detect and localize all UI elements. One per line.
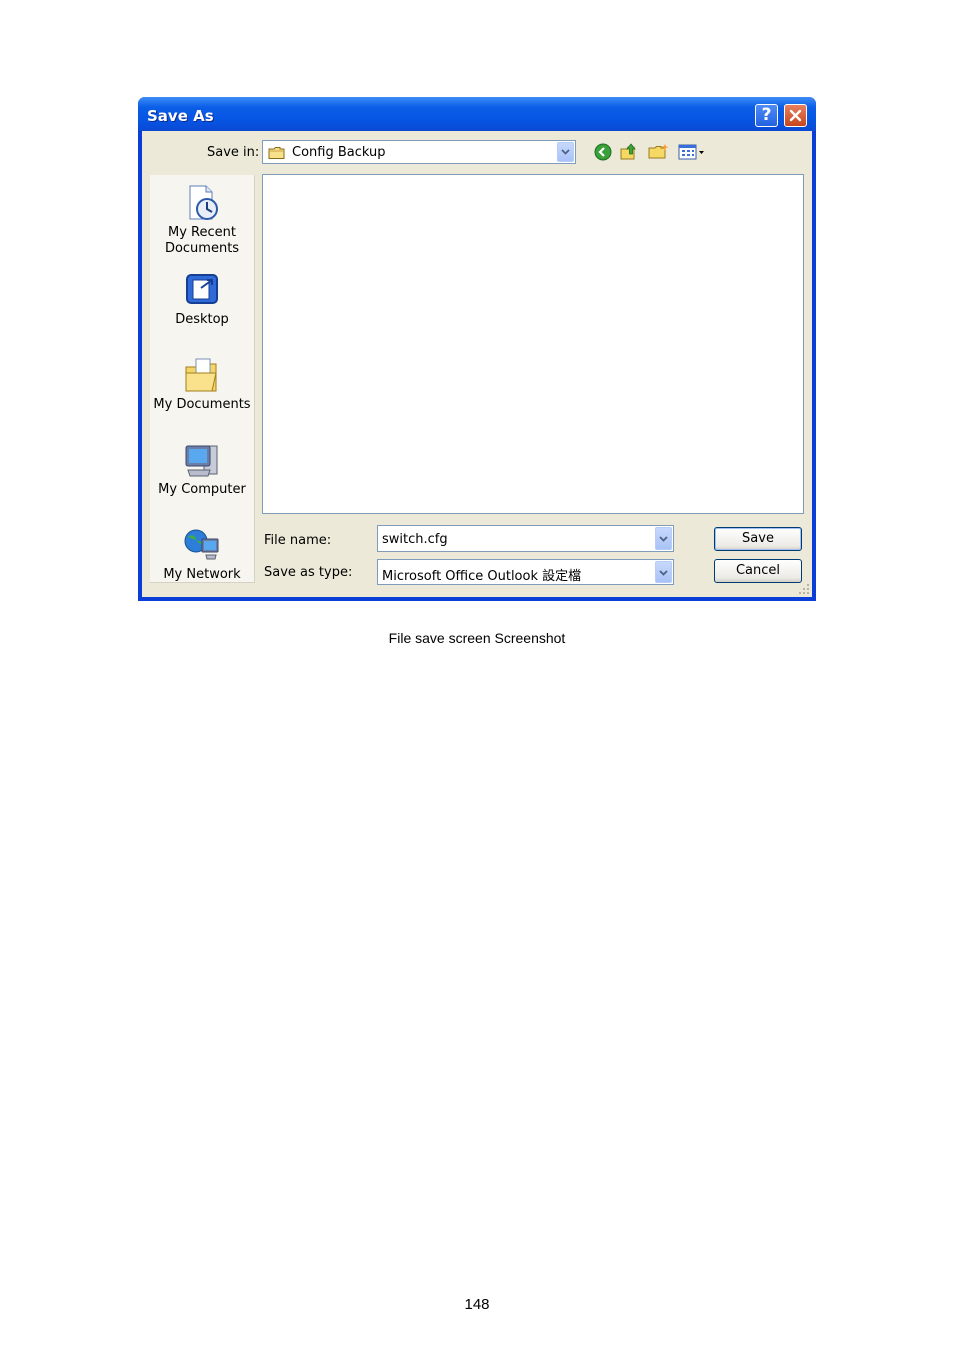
file-name-input[interactable]: switch.cfg <box>377 525 674 552</box>
save-in-dropdown[interactable]: Config Backup <box>262 140 576 164</box>
place-my-network[interactable]: My Network <box>150 525 254 583</box>
save-as-type-dropdown-button[interactable] <box>655 561 672 583</box>
chevron-down-icon <box>659 570 668 576</box>
place-label: Desktop <box>175 312 229 327</box>
my-computer-icon <box>185 445 218 477</box>
chevron-down-icon <box>659 536 668 542</box>
save-in-label: Save in: <box>207 145 260 160</box>
file-name-value: switch.cfg <box>382 532 448 547</box>
views-menu-icon[interactable] <box>678 143 708 161</box>
place-my-recent-documents[interactable]: My Recent Documents <box>150 183 254 257</box>
place-desktop[interactable]: Desktop <box>150 270 254 328</box>
save-button[interactable]: Save <box>714 527 802 551</box>
save-in-value: Config Backup <box>292 145 386 160</box>
save-as-type-value: Microsoft Office Outlook 設定檔 <box>382 569 582 584</box>
up-folder-icon[interactable] <box>619 141 639 161</box>
dialog-title: Save As <box>147 107 214 125</box>
recent-documents-icon <box>189 185 218 220</box>
place-label: My Network <box>163 567 241 582</box>
title-bar[interactable]: Save As ? <box>138 97 816 131</box>
chevron-down-icon <box>561 149 570 155</box>
dialog-body: Save in: Config Backup My Recent Documen… <box>142 131 812 597</box>
place-label: My Documents <box>153 397 251 412</box>
save-as-dialog: Save As ? Save in: Config Backup My Rece… <box>138 97 816 601</box>
page-number: 148 <box>464 1296 490 1313</box>
cancel-button[interactable]: Cancel <box>714 559 802 583</box>
file-name-dropdown-button[interactable] <box>655 527 672 550</box>
save-as-type-label: Save as type: <box>264 565 353 580</box>
close-button[interactable] <box>784 104 807 127</box>
help-button[interactable]: ? <box>755 104 778 127</box>
close-icon <box>789 109 802 122</box>
place-my-computer[interactable]: My Computer <box>150 440 254 498</box>
back-icon[interactable] <box>594 143 612 161</box>
desktop-icon <box>186 274 218 304</box>
place-label: My Recent <box>168 225 236 240</box>
file-name-label: File name: <box>264 533 332 548</box>
file-list[interactable] <box>262 174 804 514</box>
places-bar: My Recent Documents Desktop My Documents <box>150 175 255 583</box>
resize-grip-icon[interactable] <box>798 583 810 595</box>
my-network-icon <box>184 529 219 560</box>
figure-caption: File save screen Screenshot <box>388 630 566 646</box>
save-as-type-dropdown[interactable]: Microsoft Office Outlook 設定檔 <box>377 559 674 585</box>
place-my-documents[interactable]: My Documents <box>150 355 254 413</box>
place-label: My Computer <box>158 482 246 497</box>
place-label-line2: Documents <box>164 241 240 256</box>
new-folder-icon[interactable] <box>648 143 670 161</box>
folder-icon <box>268 147 285 159</box>
my-documents-icon <box>185 358 217 392</box>
save-in-dropdown-button[interactable] <box>557 142 574 162</box>
